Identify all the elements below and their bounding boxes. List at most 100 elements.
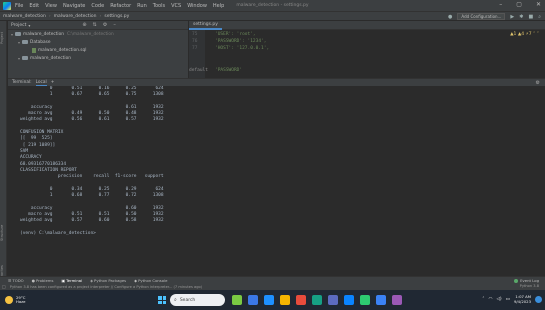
debug-icon[interactable]: ✱ [519, 14, 523, 20]
user-icon[interactable]: ● [448, 14, 452, 20]
tree-item-package[interactable]: ▾ malware_detection [8, 54, 188, 62]
wifi-icon[interactable]: ◠ [489, 297, 493, 302]
system-tray: ˄ ◠ ◁) ▭ 1:07 AM 9/4/2023 [482, 294, 531, 304]
folder-icon [15, 32, 22, 36]
teams-icon[interactable] [328, 295, 338, 305]
code-line: 'PASSWORD': '1234', [215, 39, 267, 44]
tree-item-label: malware_detection [30, 55, 71, 61]
terminal-output[interactable]: 0 0.51 0.16 0.25 624 1 0.67 0.65 0.75 13… [8, 86, 545, 276]
terminal-session-local[interactable]: Local [35, 80, 47, 86]
settings-icon[interactable]: ⚙ [103, 22, 107, 28]
python-console-tool-button[interactable]: ◆ Python Console [134, 278, 167, 283]
editor-tab-settings[interactable]: settings.py [189, 21, 222, 30]
python-packages-tool-button[interactable]: ◈ Python Packages [90, 278, 126, 283]
pycharm-app-icon[interactable] [376, 295, 386, 305]
status-bar: □ Python 3.8 has been configured as a pr… [0, 283, 545, 290]
tree-item-path: C:\malware_detection [66, 31, 114, 37]
pycharm-logo-icon [3, 1, 11, 10]
notification-icon[interactable]: □ [2, 284, 6, 289]
project-tool-tab[interactable]: Project [0, 25, 7, 51]
project-panel-header: Project ▾ ⊕ ⇅ ⚙ – [8, 21, 188, 30]
chrome-icon[interactable] [296, 295, 306, 305]
tree-item-sql-file[interactable]: malware_detection.sql [8, 46, 188, 54]
folder-icon [22, 56, 29, 60]
problems-tool-button[interactable]: ● Problems [32, 278, 54, 283]
line-number: 77 [192, 46, 198, 51]
run-icon[interactable]: ▶ [510, 14, 514, 20]
edge-browser-icon[interactable] [264, 295, 274, 305]
chevron-up-icon[interactable]: ˄ [482, 297, 484, 302]
line-number: 76 [192, 39, 198, 44]
terminal-icon: ▣ [61, 277, 66, 283]
terminal-tool-button[interactable]: ▣ Terminal [61, 278, 82, 283]
menu-navigate[interactable]: Navigate [63, 3, 85, 9]
breadcrumb-package[interactable]: malware_detection [54, 14, 97, 19]
chevron-down-icon[interactable]: ▾ [28, 23, 30, 28]
store-icon[interactable] [312, 295, 322, 305]
menu-window[interactable]: Window [187, 3, 207, 9]
interpreter-indicator[interactable]: Python 3.8 [520, 284, 539, 288]
inspection-indicator[interactable]: ▲1 ▲4 ⚡7 ˄ ˅ [510, 32, 539, 37]
locate-icon[interactable]: ⊕ [82, 22, 86, 28]
file-manager-icon[interactable] [280, 295, 290, 305]
notification-center-icon[interactable] [535, 296, 542, 303]
package-icon: ◈ [90, 277, 94, 283]
maximize-icon[interactable]: ▢ [516, 1, 522, 8]
terminal-tool-label: Terminal: [12, 80, 32, 85]
menu-help[interactable]: Help [213, 3, 224, 9]
editor-tab-bar: settings.py [189, 21, 545, 30]
terminal-tab-bar: Terminal: Local + ⚙ [8, 78, 545, 86]
tool-button-label: TODO [12, 277, 24, 283]
project-panel: Project ▾ ⊕ ⇅ ⚙ – ▾ malware_detection C:… [8, 21, 188, 78]
menu-file[interactable]: File [15, 3, 23, 9]
collapse-all-icon[interactable]: ⇅ [93, 22, 97, 28]
menu-run[interactable]: Run [137, 3, 147, 9]
spotify-icon[interactable] [360, 295, 370, 305]
todo-icon: ☰ [8, 277, 12, 283]
menu-view[interactable]: View [45, 3, 57, 9]
status-message[interactable]: Python 3.8 has been configured as a proj… [10, 285, 202, 289]
chevron-down-icon: ▾ [18, 39, 21, 45]
event-log-icon [514, 278, 519, 283]
taskbar-search[interactable]: ⌕ Search [170, 294, 225, 306]
new-session-button[interactable]: + [51, 80, 55, 85]
code-line: 'USER': 'root', [215, 32, 256, 37]
stop-icon[interactable]: ■ [528, 14, 533, 20]
tool-button-label: Problems [35, 277, 54, 283]
widgets-app-icon[interactable] [232, 295, 242, 305]
battery-icon[interactable]: ▭ [506, 297, 510, 302]
project-panel-title[interactable]: Project [11, 23, 26, 28]
minimize-icon[interactable]: – [499, 1, 502, 8]
menu-vcs[interactable]: VCS [171, 3, 181, 9]
menu-bar: File Edit View Navigate Code Refactor Ru… [0, 0, 545, 11]
settings-app-icon[interactable] [392, 295, 402, 305]
windows-start-icon[interactable] [158, 296, 166, 304]
clock[interactable]: 1:07 AM 9/4/2023 [513, 294, 531, 304]
structure-tool-tab[interactable]: Structure [0, 216, 7, 250]
folder-icon [22, 40, 29, 44]
todo-tool-button[interactable]: ☰ TODO [8, 278, 24, 283]
close-icon[interactable]: ✕ [536, 1, 541, 8]
menu-tools[interactable]: Tools [153, 3, 165, 9]
menu-code[interactable]: Code [91, 3, 104, 9]
weather-widget[interactable]: 29°C Haze [5, 295, 26, 305]
search-label: Search [179, 297, 196, 303]
tool-button-label: Python Packages [94, 277, 127, 283]
terminal-line: (venv) C:\malware_detection> [20, 230, 96, 236]
tree-item-project-root[interactable]: ▾ malware_detection C:\malware_detection [8, 30, 188, 38]
tree-item-label: malware_detection [23, 31, 64, 37]
menu-refactor[interactable]: Refactor [110, 3, 131, 9]
breadcrumb-project[interactable]: malware_detection [3, 14, 46, 19]
tree-item-database[interactable]: ▾ Database [8, 38, 188, 46]
menu-edit[interactable]: Edit [29, 3, 39, 9]
code-scope-label: default [189, 68, 208, 73]
search-everywhere-icon[interactable]: ⌕ [538, 14, 541, 20]
run-configuration-select[interactable]: Add Configuration... [457, 13, 506, 20]
hide-icon[interactable]: – [113, 22, 116, 28]
mail-icon[interactable] [344, 295, 354, 305]
code-editor[interactable]: 75 76 77 'USER': 'root', 'PASSWORD': '12… [189, 30, 545, 78]
volume-icon[interactable]: ◁) [496, 297, 501, 302]
clock-date: 9/4/2023 [513, 298, 531, 304]
file-explorer-icon[interactable] [248, 295, 258, 305]
breadcrumb-file[interactable]: settings.py [104, 14, 129, 19]
